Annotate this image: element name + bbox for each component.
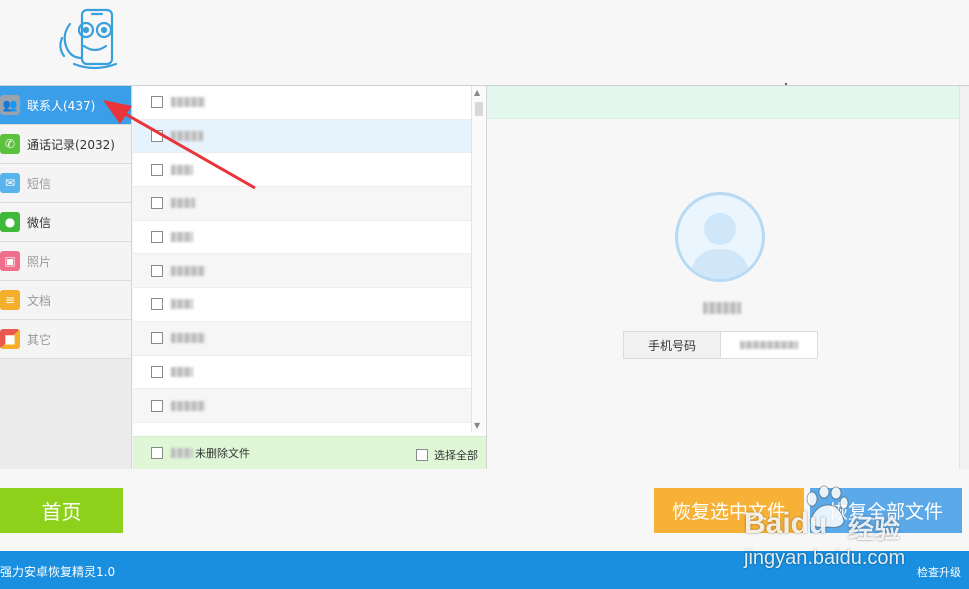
list-item[interactable]	[133, 254, 471, 289]
undeleted-files-label: 未删除文件	[195, 447, 250, 460]
item-checkbox[interactable]	[151, 231, 163, 244]
recover-selected-button[interactable]: 恢复选中文件	[654, 488, 804, 533]
sidebar-item-sms[interactable]: ✉ 短信	[0, 164, 131, 203]
home-button[interactable]: 首页	[0, 488, 123, 533]
sidebar-item-call-log[interactable]: ✆ 通话记录(2032)	[0, 125, 131, 164]
list-item[interactable]	[133, 221, 471, 255]
wechat-icon: ●	[0, 212, 20, 232]
item-checkbox[interactable]	[151, 298, 163, 311]
select-all-checkbox[interactable]	[416, 449, 428, 461]
list-footer: 未删除文件 选择全部	[133, 436, 486, 469]
blurred-contact-name	[171, 131, 203, 142]
phone-call-icon: ✆	[0, 134, 20, 154]
blurred-contact-name	[171, 265, 205, 276]
blurred-text	[171, 448, 193, 458]
phone-number-row: 手机号码	[623, 331, 818, 359]
list-item[interactable]	[133, 288, 471, 322]
blurred-phone-number	[740, 341, 798, 349]
contact-list	[133, 86, 471, 424]
recover-all-button[interactable]: 恢复全部文件	[810, 488, 962, 533]
select-all-label: 选择全部	[434, 449, 478, 462]
blurred-contact-name	[171, 400, 205, 411]
apps-icon: ■	[0, 329, 20, 349]
sidebar-item-other[interactable]: ■ 其它	[0, 320, 131, 359]
check-upgrade-link[interactable]: 检查升级	[917, 564, 961, 580]
contact-list-panel: ▲ ▼ 未删除文件 选择全部	[133, 86, 487, 469]
item-checkbox[interactable]	[151, 130, 163, 143]
sidebar-item-label: 照片	[27, 254, 52, 269]
item-checkbox[interactable]	[151, 365, 163, 378]
blurred-contact-name	[171, 366, 193, 377]
phone-number-label: 手机号码	[624, 332, 721, 358]
list-item[interactable]	[133, 321, 471, 356]
select-all-control[interactable]: 选择全部	[416, 447, 478, 463]
sidebar-item-label: 短信	[27, 176, 52, 191]
list-item[interactable]	[133, 187, 471, 221]
item-checkbox[interactable]	[151, 399, 163, 412]
phone-number-value	[721, 332, 817, 358]
blurred-contact-name	[171, 198, 195, 209]
sidebar-item-documents[interactable]: ≡ 文档	[0, 281, 131, 320]
document-icon: ≡	[0, 290, 20, 310]
sidebar-item-photos[interactable]: ▣ 照片	[0, 242, 131, 281]
sidebar-item-label: 通话记录(2032)	[27, 137, 115, 152]
blurred-contact-name	[171, 299, 193, 310]
blurred-contact-name	[171, 97, 205, 108]
item-checkbox[interactable]	[151, 197, 163, 210]
item-checkbox[interactable]	[151, 264, 163, 277]
list-item[interactable]	[133, 119, 471, 154]
user-avatar-icon	[690, 213, 750, 279]
app-logo-icon	[59, 8, 118, 70]
blurred-contact-name	[171, 164, 193, 175]
app-header	[0, 0, 969, 86]
blurred-contact-name	[171, 232, 193, 243]
detail-scrollbar[interactable]	[959, 86, 969, 469]
item-checkbox[interactable]	[151, 332, 163, 345]
list-item[interactable]	[133, 356, 471, 390]
photo-icon: ▣	[0, 251, 20, 271]
blurred-contact-name	[703, 302, 741, 314]
list-scrollbar[interactable]: ▲ ▼	[471, 86, 485, 432]
sms-icon: ✉	[0, 173, 20, 193]
sidebar-item-label: 联系人(437)	[27, 98, 96, 113]
item-checkbox[interactable]	[151, 163, 163, 176]
sidebar-item-label: 文档	[27, 293, 52, 308]
scroll-up-icon[interactable]: ▲	[474, 88, 480, 97]
contacts-icon: 👥	[0, 95, 20, 115]
scroll-down-icon[interactable]: ▼	[474, 421, 480, 430]
list-item[interactable]	[133, 389, 471, 423]
sidebar-item-contacts[interactable]: 👥 联系人(437)	[0, 86, 131, 125]
scroll-thumb[interactable]	[475, 102, 483, 116]
list-item[interactable]	[133, 86, 471, 120]
sidebar-item-wechat[interactable]: ● 微信	[0, 203, 131, 242]
app-name: 强力安卓恢复精灵1.0	[0, 565, 116, 579]
sidebar-item-label: 微信	[27, 215, 52, 230]
avatar	[675, 192, 765, 282]
detail-header-bar	[487, 86, 969, 119]
list-item[interactable]	[133, 153, 471, 188]
contact-detail-panel: 手机号码	[487, 86, 969, 469]
status-bar: 强力安卓恢复精灵1.0 检查升级	[0, 551, 969, 589]
blurred-contact-name	[171, 333, 205, 344]
undeleted-files-checkbox[interactable]	[151, 447, 163, 459]
item-checkbox[interactable]	[151, 96, 163, 109]
sidebar-item-label: 其它	[27, 332, 52, 347]
category-sidebar: 👥 联系人(437) ✆ 通话记录(2032) ✉ 短信 ● 微信 ▣ 照片 ≡…	[0, 86, 132, 469]
